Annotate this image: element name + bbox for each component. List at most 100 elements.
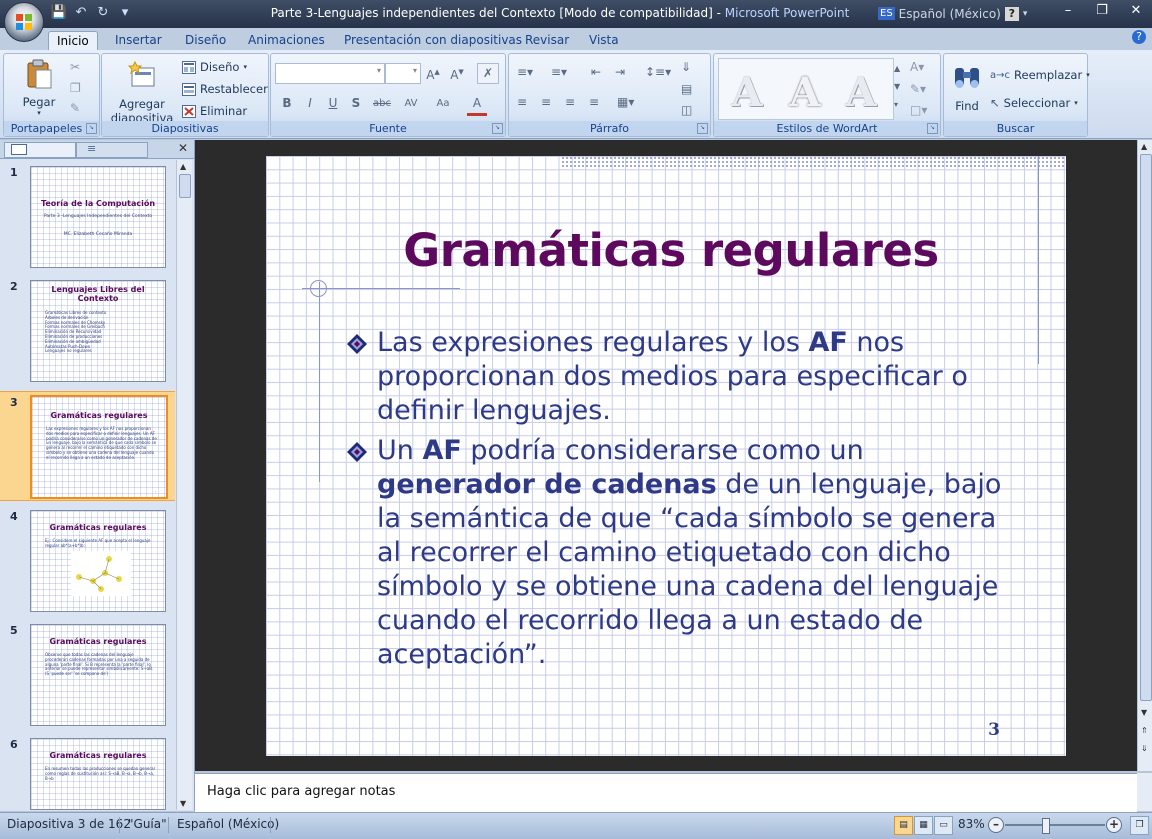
replace-button[interactable]: a→c Reemplazar ▾ xyxy=(990,68,1090,82)
slide-sorter-view-icon[interactable]: ▦ xyxy=(914,816,933,835)
slide-thumbnail-6[interactable]: 6 Gramáticas regulares En resumen todas … xyxy=(0,734,175,810)
tab-inicio[interactable]: Inicio xyxy=(48,31,98,51)
close-icon[interactable]: ✕ xyxy=(1124,3,1148,18)
undo-icon[interactable]: ↶ xyxy=(72,4,90,22)
justify-icon[interactable]: ≡ xyxy=(589,95,599,109)
status-language[interactable]: Español (México) xyxy=(177,817,279,831)
text-fill-icon[interactable]: A▾ xyxy=(910,60,924,74)
notes-pane[interactable]: Haga clic para agregar notas xyxy=(195,773,1137,812)
slide-thumbnail-1[interactable]: 1 Teoría de la Computación Parte 3 -Leng… xyxy=(0,162,175,272)
find-button[interactable]: Find xyxy=(948,62,986,113)
align-text-icon[interactable]: ▤ xyxy=(681,82,692,96)
change-case-button[interactable]: Aa xyxy=(429,94,457,113)
clear-format-icon[interactable]: ✗ xyxy=(477,63,499,84)
parrafo-launcher-icon[interactable]: ↘ xyxy=(697,123,708,134)
char-spacing-button[interactable]: AV xyxy=(397,94,425,113)
next-slide-icon[interactable]: ⇓ xyxy=(1141,744,1148,753)
copy-icon[interactable]: ❐ xyxy=(70,81,81,95)
maximize-icon[interactable]: ❐ xyxy=(1090,3,1114,18)
slide-show-view-icon[interactable]: ▭ xyxy=(934,816,953,835)
wordart-style-3[interactable]: A xyxy=(837,69,885,117)
close-pane-icon[interactable]: ✕ xyxy=(178,141,188,155)
align-left-icon[interactable]: ≡ xyxy=(517,95,527,109)
reset-button[interactable]: Restablecer xyxy=(182,82,268,96)
notes-scrollbar[interactable] xyxy=(1137,773,1152,811)
scroll-thumb[interactable] xyxy=(1140,154,1152,701)
shrink-font-icon[interactable]: A▼ xyxy=(447,63,467,82)
shadow-button[interactable]: S xyxy=(346,94,366,113)
slide-scrollbar[interactable]: ▲ ▼ ⇑ ⇓ xyxy=(1137,140,1152,771)
numbering-icon[interactable]: ≡▾ xyxy=(551,65,567,79)
redo-icon[interactable]: ↻ xyxy=(94,4,112,22)
previous-slide-icon[interactable]: ⇑ xyxy=(1141,726,1148,735)
tab-vista[interactable]: Vista xyxy=(581,31,627,50)
wordart-style-2[interactable]: A xyxy=(781,69,829,117)
smartart-icon[interactable]: ◫ xyxy=(681,103,692,117)
columns-icon[interactable]: ▦▾ xyxy=(617,95,634,109)
scroll-up-icon[interactable]: ▲ xyxy=(180,162,186,171)
slide-title[interactable]: Gramáticas regulares xyxy=(326,224,1016,277)
scroll-up-icon[interactable]: ▲ xyxy=(1141,142,1147,151)
office-button[interactable] xyxy=(4,2,44,42)
paste-dropdown-icon[interactable]: ▾ xyxy=(14,109,64,117)
slide-thumbnail-2[interactable]: 2 Lenguajes Libres del Contexto Gramátic… xyxy=(0,276,175,386)
portapapeles-launcher-icon[interactable]: ↘ xyxy=(86,123,97,134)
minimize-icon[interactable]: – xyxy=(1056,3,1080,18)
current-slide[interactable]: Gramáticas regulares Las expresiones reg… xyxy=(266,156,1066,756)
help-icon[interactable]: ? xyxy=(1004,6,1019,21)
font-name-combo[interactable]: ▾ xyxy=(275,63,385,84)
tab-outline[interactable]: ≡ xyxy=(76,142,148,158)
wordart-launcher-icon[interactable]: ↘ xyxy=(927,123,938,134)
scroll-thumb[interactable] xyxy=(179,174,191,198)
bold-button[interactable]: B xyxy=(277,94,297,113)
tab-insertar[interactable]: Insertar xyxy=(107,31,170,50)
normal-view-icon[interactable]: ▤ xyxy=(894,816,913,835)
fit-to-window-icon[interactable]: ❒ xyxy=(1130,816,1149,835)
save-icon[interactable]: 💾 xyxy=(50,4,68,22)
zoom-level[interactable]: 83% xyxy=(958,817,985,831)
text-direction-icon[interactable]: ⇓ xyxy=(681,60,691,74)
text-outline-icon[interactable]: ✎▾ xyxy=(910,82,926,96)
tab-revisar[interactable]: Revisar xyxy=(517,31,577,50)
tab-presentacion[interactable]: Presentación con diapositivas xyxy=(336,31,530,50)
slide-thumbnail-5[interactable]: 5 Gramáticas regulares Observe que todas… xyxy=(0,620,175,730)
wordart-style-1[interactable]: A xyxy=(723,69,771,117)
font-color-button[interactable]: A xyxy=(467,94,487,116)
align-center-icon[interactable]: ≡ xyxy=(541,95,551,109)
slide-thumbnail-4[interactable]: 4 Gramáticas regulares Ej.: Considere el… xyxy=(0,506,175,616)
strikethrough-button[interactable]: abc xyxy=(369,94,395,113)
grow-font-icon[interactable]: A▲ xyxy=(423,63,443,82)
language-indicator[interactable]: ES Español (México) ? ▾ xyxy=(878,4,1027,23)
ribbon-help-icon[interactable]: ? xyxy=(1132,30,1146,44)
tab-diseno[interactable]: Diseño xyxy=(177,31,234,50)
align-right-icon[interactable]: ≡ xyxy=(565,95,575,109)
tab-animaciones[interactable]: Animaciones xyxy=(240,31,333,50)
wordart-gallery[interactable]: A A A xyxy=(718,58,894,120)
font-size-combo[interactable]: ▾ xyxy=(385,63,421,84)
layout-button[interactable]: Diseño ▾ xyxy=(182,60,247,74)
thumbnail-scrollbar[interactable]: ▲ ▼ xyxy=(176,160,192,810)
increase-indent-icon[interactable]: ⇥ xyxy=(615,65,625,79)
gallery-scroll-icon[interactable]: ▲ ▼ ▾ xyxy=(894,60,900,114)
select-button[interactable]: ↖ Seleccionar ▾ xyxy=(990,96,1078,110)
zoom-out-icon[interactable]: – xyxy=(988,817,1004,833)
bullets-icon[interactable]: ≡▾ xyxy=(517,65,533,79)
paste-button[interactable]: Pegar ▾ xyxy=(14,58,64,117)
zoom-in-icon[interactable]: + xyxy=(1106,817,1122,833)
customize-qat-icon[interactable]: ▾ xyxy=(116,4,134,22)
italic-button[interactable]: I xyxy=(300,94,320,113)
tab-slides[interactable] xyxy=(4,142,76,158)
zoom-slider-handle[interactable] xyxy=(1042,818,1050,834)
zoom-slider[interactable] xyxy=(1005,824,1105,826)
theme-name[interactable]: "Guía" xyxy=(128,817,167,831)
delete-slide-button[interactable]: Eliminar xyxy=(182,104,247,118)
cut-icon[interactable]: ✂ xyxy=(70,60,80,74)
format-painter-icon[interactable]: ✎ xyxy=(70,101,80,115)
slide-thumbnail-3[interactable]: 3 Gramáticas regulares Las expresiones r… xyxy=(0,391,175,501)
text-effects-icon[interactable]: □▾ xyxy=(910,103,927,117)
fuente-launcher-icon[interactable]: ↘ xyxy=(492,123,503,134)
underline-button[interactable]: U xyxy=(323,94,343,113)
line-spacing-icon[interactable]: ↕≡▾ xyxy=(645,65,671,79)
decrease-indent-icon[interactable]: ⇤ xyxy=(591,65,601,79)
language-menu-icon[interactable]: ▾ xyxy=(1023,9,1028,19)
